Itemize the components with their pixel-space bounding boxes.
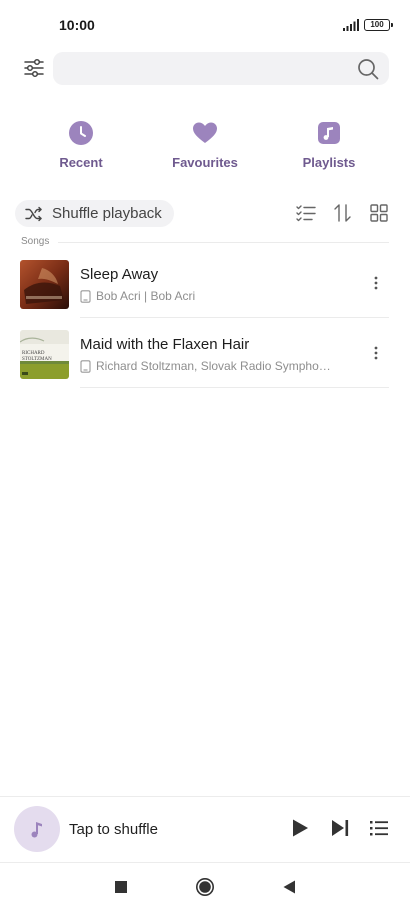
more-vert-icon <box>374 276 378 290</box>
song-row[interactable]: Sleep Away Bob Acri | Bob Acri <box>0 248 410 318</box>
category-recent[interactable]: Recent <box>36 120 126 170</box>
filter-button[interactable] <box>20 53 48 83</box>
multi-select-icon[interactable] <box>295 203 317 223</box>
music-note-icon <box>318 122 340 144</box>
album-art-text: RICHARD <box>22 351 45 356</box>
search-bar[interactable] <box>53 52 389 85</box>
sort-icon[interactable] <box>332 203 354 223</box>
system-nav-bar <box>0 862 410 911</box>
shuffle-playback-label: Shuffle playback <box>52 205 162 222</box>
device-icon <box>80 289 91 303</box>
grid-view-icon[interactable] <box>368 203 390 223</box>
row-divider <box>80 387 389 388</box>
back-triangle-icon[interactable] <box>280 877 300 897</box>
home-circle-icon[interactable] <box>195 877 215 897</box>
album-art: RICHARD STOLTZMAN <box>20 330 69 379</box>
device-icon <box>80 359 91 373</box>
heart-icon <box>193 122 217 143</box>
signal-icon <box>343 19 359 31</box>
now-playing-disc[interactable] <box>14 806 60 852</box>
status-time: 10:00 <box>59 17 95 33</box>
category-playlists[interactable]: Playlists <box>284 120 374 170</box>
category-favourites-label: Favourites <box>172 155 238 170</box>
search-icon[interactable] <box>357 58 379 80</box>
category-playlists-label: Playlists <box>302 155 356 170</box>
search-input[interactable] <box>53 52 343 85</box>
music-note-icon <box>31 822 42 838</box>
more-options-button[interactable] <box>366 340 386 366</box>
section-label-songs: Songs <box>21 236 50 247</box>
skip-next-icon[interactable] <box>329 817 351 839</box>
section-divider <box>58 242 389 243</box>
song-subtitle: Richard Stoltzman, Slovak Radio Sympho… <box>80 359 350 373</box>
clock-icon <box>69 121 93 145</box>
song-title: Maid with the Flaxen Hair <box>80 336 250 353</box>
song-artist-album: Bob Acri | Bob Acri <box>96 289 196 303</box>
category-recent-label: Recent <box>59 155 103 170</box>
category-favourites[interactable]: Favourites <box>160 120 250 170</box>
mini-player[interactable]: Tap to shuffle <box>0 796 410 862</box>
song-subtitle: Bob Acri | Bob Acri <box>80 289 350 303</box>
song-artist-album: Richard Stoltzman, Slovak Radio Sympho… <box>96 359 331 373</box>
shuffle-icon <box>25 206 42 221</box>
more-options-button[interactable] <box>366 270 386 296</box>
now-playing-text[interactable]: Tap to shuffle <box>69 821 158 838</box>
song-row[interactable]: RICHARD STOLTZMAN Maid with the Flaxen H… <box>0 318 410 388</box>
song-title: Sleep Away <box>80 266 159 283</box>
play-icon[interactable] <box>289 817 311 839</box>
queue-icon[interactable] <box>368 817 390 839</box>
battery-icon: 100 <box>364 19 393 31</box>
status-bar: 10:00 100 <box>0 0 410 50</box>
battery-level: 100 <box>370 20 384 29</box>
recents-square-icon[interactable] <box>111 877 131 897</box>
more-vert-icon <box>374 346 378 360</box>
shuffle-playback-button[interactable]: Shuffle playback <box>15 200 174 227</box>
filter-icon <box>24 58 44 78</box>
album-art <box>20 260 69 309</box>
